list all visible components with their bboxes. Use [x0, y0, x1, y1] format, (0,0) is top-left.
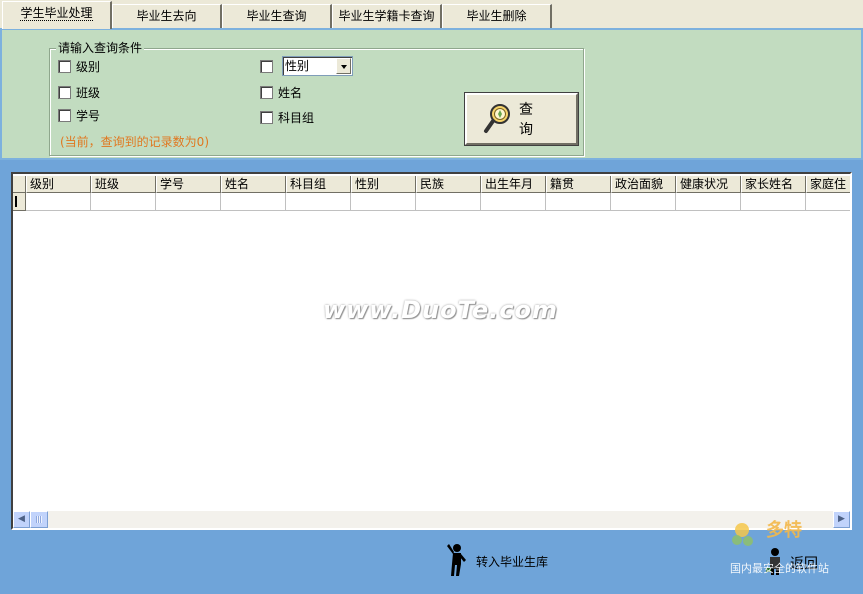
gender-select[interactable]: 性别 [282, 56, 353, 76]
table-cell[interactable] [286, 193, 351, 211]
column-header[interactable]: 家长姓名 [741, 176, 806, 193]
column-header[interactable]: 政治面貌 [611, 176, 676, 193]
chevron-down-icon[interactable] [336, 58, 351, 74]
tab-student-record-query[interactable]: 毕业生学籍卡查询 [332, 4, 442, 28]
tab-label: 毕业生删除 [466, 9, 527, 23]
row-selector[interactable] [13, 193, 26, 211]
option-student-id[interactable]: 学号 [58, 107, 100, 123]
transfer-button-label: 转入毕业生库 [476, 555, 549, 569]
results-grid[interactable]: 级别 班级 学号 姓名 科目组 性别 民族 出生年月 籍贯 政治面貌 健康状况 … [11, 172, 852, 530]
scroll-right-icon[interactable]: ▶ [833, 511, 850, 528]
table-cell[interactable] [546, 193, 611, 211]
column-header[interactable]: 出生年月 [481, 176, 546, 193]
table-cell[interactable] [351, 193, 416, 211]
option-gender[interactable] [260, 58, 278, 74]
bottom-bar: 转入毕业生库 返回 [0, 532, 863, 594]
search-button-label: 查 询 [519, 102, 547, 138]
scroll-thumb[interactable] [30, 511, 48, 528]
tab-graduate-destination[interactable]: 毕业生去向 [112, 4, 222, 28]
tab-label: 毕业生去向 [136, 9, 197, 23]
option-class[interactable]: 班级 [58, 84, 100, 100]
column-header[interactable]: 姓名 [221, 176, 286, 193]
tab-label: 毕业生学籍卡查询 [338, 9, 435, 23]
table-row[interactable] [13, 193, 850, 211]
table-cell[interactable] [806, 193, 850, 211]
option-label: 科目组 [278, 110, 315, 125]
gender-checkbox[interactable] [260, 59, 273, 73]
table-cell[interactable] [91, 193, 156, 211]
record-count-hint: (当前，查询到的记录数为0) [60, 135, 209, 149]
option-level[interactable]: 级别 [58, 58, 100, 74]
table-cell[interactable] [611, 193, 676, 211]
search-button[interactable]: 查 询 [464, 92, 579, 146]
table-cell[interactable] [416, 193, 481, 211]
watermark-text: www.DuoTe.com [323, 296, 558, 324]
column-header[interactable]: 健康状况 [676, 176, 741, 193]
option-name[interactable]: 姓名 [260, 84, 302, 100]
tab-label: 毕业生查询 [246, 9, 307, 23]
table-cell[interactable] [221, 193, 286, 211]
group-title: 请输入查询条件 [56, 41, 145, 55]
tab-graduate-query[interactable]: 毕业生查询 [222, 4, 332, 28]
table-cell[interactable] [26, 193, 91, 211]
column-header[interactable]: 籍贯 [546, 176, 611, 193]
table-cell[interactable] [156, 193, 221, 211]
column-header[interactable]: 家庭住 [806, 176, 850, 193]
tab-graduate-delete[interactable]: 毕业生删除 [442, 4, 552, 28]
transfer-to-graduate-db-button[interactable]: 转入毕业生库 [444, 542, 548, 581]
grid-corner [13, 176, 26, 193]
option-label: 姓名 [278, 85, 303, 100]
column-header[interactable]: 性别 [351, 176, 416, 193]
tab-label: 学生毕业处理 [20, 6, 93, 21]
grid-header: 级别 班级 学号 姓名 科目组 性别 民族 出生年月 籍贯 政治面貌 健康状况 … [13, 176, 850, 193]
query-panel: 请输入查询条件 级别 班级 学号 性别 姓名 科目组 (当前，查询到的记录数为0… [0, 28, 863, 160]
level-checkbox[interactable] [58, 59, 71, 73]
table-cell[interactable] [741, 193, 806, 211]
gender-select-value: 性别 [285, 59, 310, 73]
tab-bar: 学生毕业处理 毕业生去向 毕业生查询 毕业生学籍卡查询 毕业生删除 [0, 0, 863, 29]
grid-frame: 级别 班级 学号 姓名 科目组 性别 民族 出生年月 籍贯 政治面貌 健康状况 … [0, 160, 863, 532]
name-checkbox[interactable] [260, 85, 273, 99]
magnifier-icon [483, 102, 513, 137]
table-cell[interactable] [676, 193, 741, 211]
option-label: 级别 [76, 59, 101, 74]
option-label: 班级 [76, 85, 101, 100]
class-checkbox[interactable] [58, 85, 71, 99]
back-button[interactable]: 返回 [764, 546, 818, 579]
person-arms-up-icon [444, 542, 472, 581]
tab-graduation-processing[interactable]: 学生毕业处理 [2, 1, 112, 29]
column-header[interactable]: 班级 [91, 176, 156, 193]
back-button-label: 返回 [790, 555, 818, 572]
query-conditions-group: 请输入查询条件 级别 班级 学号 性别 姓名 科目组 (当前，查询到的记录数为0… [49, 41, 584, 156]
person-exit-icon [764, 546, 786, 579]
scroll-left-icon[interactable]: ◀ [13, 511, 30, 528]
column-header[interactable]: 科目组 [286, 176, 351, 193]
subject-group-checkbox[interactable] [260, 110, 273, 124]
horizontal-scrollbar[interactable]: ◀ ▶ [13, 511, 850, 528]
column-header[interactable]: 学号 [156, 176, 221, 193]
table-cell[interactable] [481, 193, 546, 211]
option-label: 学号 [76, 108, 101, 123]
column-header[interactable]: 民族 [416, 176, 481, 193]
option-subject-group[interactable]: 科目组 [260, 109, 314, 125]
column-header[interactable]: 级别 [26, 176, 91, 193]
student-id-checkbox[interactable] [58, 108, 71, 122]
